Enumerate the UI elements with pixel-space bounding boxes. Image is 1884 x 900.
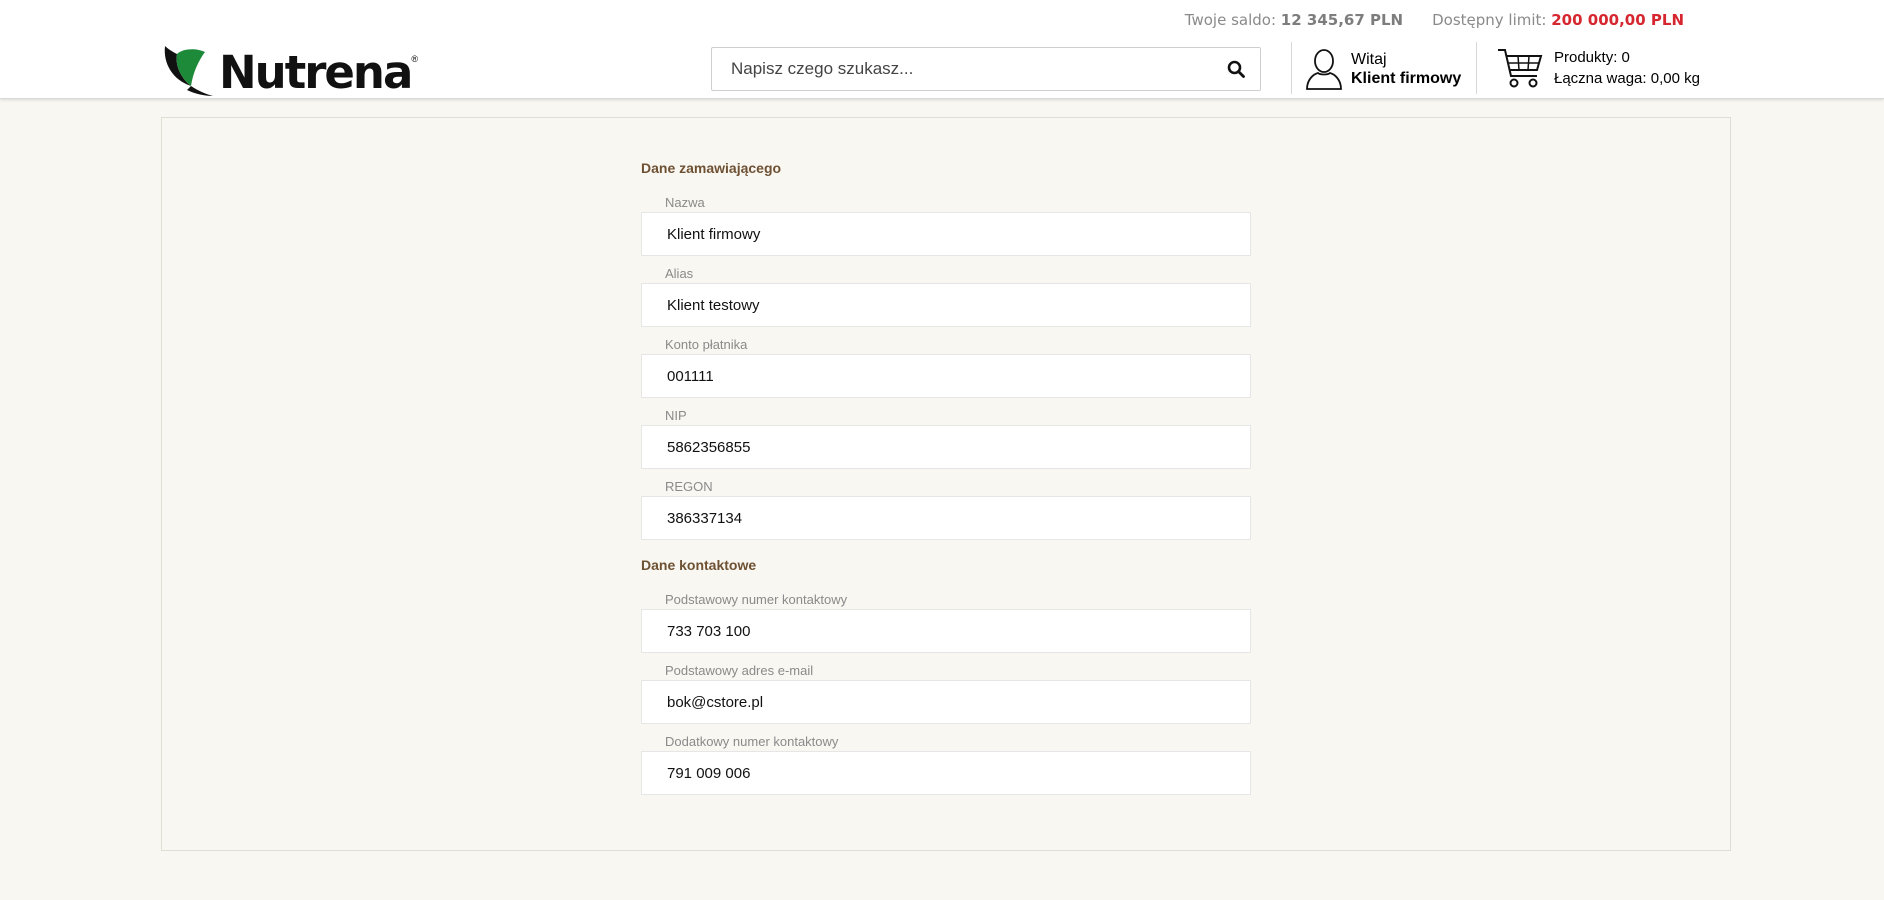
regon-field[interactable]: 386337134 bbox=[641, 496, 1251, 540]
cart-icon bbox=[1498, 49, 1543, 88]
nip-field[interactable]: 5862356855 bbox=[641, 425, 1251, 469]
balance-value: 12 345,67 PLN bbox=[1280, 11, 1404, 29]
limit-value: 200 000,00 PLN bbox=[1551, 11, 1684, 29]
search-bar bbox=[711, 47, 1261, 91]
limit-label: Dostępny limit: bbox=[1432, 11, 1547, 29]
search-input[interactable] bbox=[712, 48, 1212, 90]
search-button[interactable] bbox=[1212, 48, 1260, 90]
logo[interactable]: Nutrena ® bbox=[161, 42, 418, 103]
cart-products-count: Produkty: 0 bbox=[1554, 49, 1630, 66]
field-label-primary-email: Podstawowy adres e-mail bbox=[665, 663, 814, 678]
primary-email-field[interactable]: bok@cstore.pl bbox=[641, 680, 1251, 724]
search-icon bbox=[1227, 60, 1245, 78]
cart-total-weight: Łączna waga: 0,00 kg bbox=[1554, 70, 1700, 87]
field-label-alias: Alias bbox=[665, 266, 694, 281]
field-label-secondary-phone: Dodatkowy numer kontaktowy bbox=[665, 734, 839, 749]
account-summary: Twoje saldo: 12 345,67 PLN Dostępny limi… bbox=[1185, 11, 1684, 29]
balance: Twoje saldo: 12 345,67 PLN bbox=[1185, 11, 1403, 29]
alias-field[interactable]: Klient testowy bbox=[641, 283, 1251, 327]
header: Twoje saldo: 12 345,67 PLN Dostępny limi… bbox=[0, 0, 1884, 99]
leaf-logo-icon bbox=[161, 42, 215, 103]
field-label-regon: REGON bbox=[665, 479, 713, 494]
logo-text: Nutrena bbox=[219, 46, 413, 99]
payer-account-field[interactable]: 001111 bbox=[641, 354, 1251, 398]
section-title-orderer: Dane zamawiającego bbox=[641, 160, 782, 176]
cart-summary[interactable]: Produkty: 0 Łączna waga: 0,00 kg bbox=[1496, 46, 1700, 90]
primary-phone-field[interactable]: 733 703 100 bbox=[641, 609, 1251, 653]
header-divider bbox=[1476, 42, 1477, 94]
user-icon bbox=[1306, 49, 1342, 90]
secondary-phone-field[interactable]: 791 009 006 bbox=[641, 751, 1251, 795]
field-label-nip: NIP bbox=[665, 408, 687, 423]
section-title-contact: Dane kontaktowe bbox=[641, 557, 757, 573]
logo-registered-mark: ® bbox=[411, 54, 418, 64]
user-name: Klient firmowy bbox=[1351, 70, 1462, 87]
name-field[interactable]: Klient firmowy bbox=[641, 212, 1251, 256]
user-account[interactable]: Witaj Klient firmowy bbox=[1305, 47, 1461, 91]
field-label-payer-account: Konto płatnika bbox=[665, 337, 748, 352]
header-divider bbox=[1291, 42, 1292, 94]
field-label-name: Nazwa bbox=[665, 195, 705, 210]
credit-limit: Dostępny limit: 200 000,00 PLN bbox=[1432, 11, 1684, 29]
balance-label: Twoje saldo: bbox=[1184, 11, 1276, 29]
field-label-primary-phone: Podstawowy numer kontaktowy bbox=[665, 592, 848, 607]
user-greeting: Witaj bbox=[1351, 51, 1387, 68]
